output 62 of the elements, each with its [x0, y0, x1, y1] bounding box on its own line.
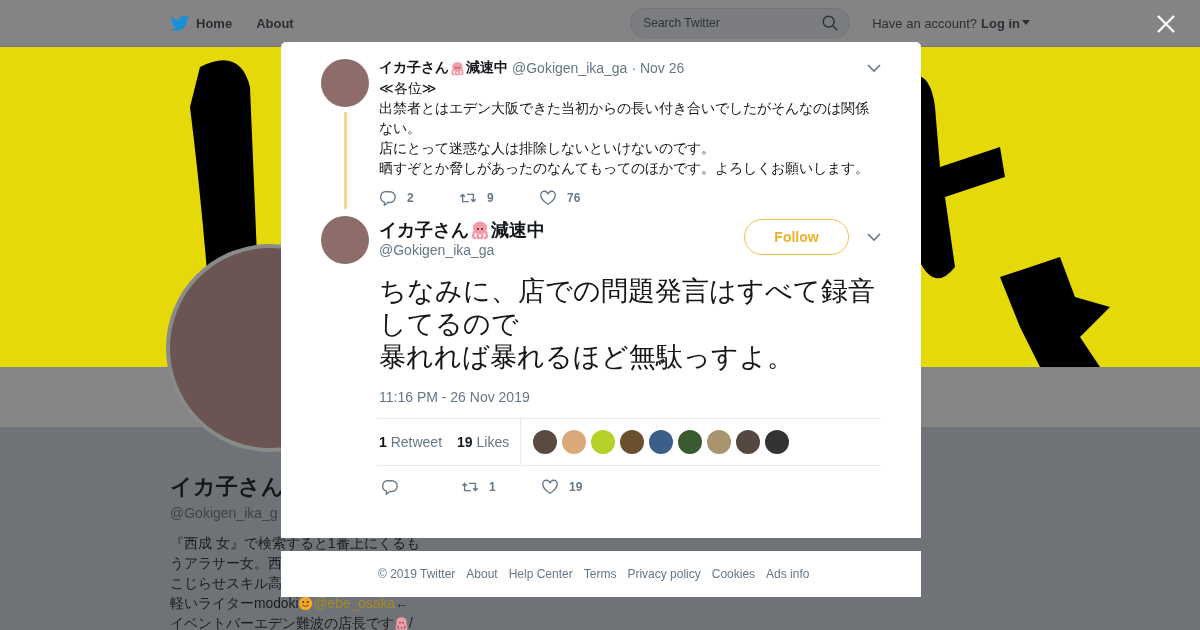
footer-link[interactable]: © 2019 Twitter	[378, 567, 456, 581]
replie-count: 2	[407, 191, 414, 205]
display-name: イカ子さん	[379, 59, 449, 77]
bird-icon	[170, 14, 190, 32]
bio-text: ←	[395, 597, 409, 610]
nav-link[interactable]: Home	[170, 10, 233, 36]
login-link[interactable]: Log in	[981, 15, 1030, 31]
bio-text: うアラサー女。西	[170, 557, 282, 570]
like-count: 19	[569, 480, 583, 494]
display-name: 減速中	[491, 219, 545, 242]
user-avatar[interactable]	[765, 430, 790, 454]
heart-icon[interactable]	[541, 478, 559, 496]
bio-text: こじらせスキル高	[170, 577, 282, 590]
caret-icon[interactable]	[867, 63, 881, 73]
octopus-icon	[470, 220, 490, 240]
bio-text: 軽いライターmodoki	[170, 597, 299, 610]
tweet-text-line: 晒すぞとか脅しがあったのなんてもってのほかです。よろしくお願いします。	[379, 159, 870, 178]
avatar-photo[interactable]	[321, 59, 369, 107]
bio-text: /	[409, 617, 413, 630]
footer-link[interactable]: About	[466, 567, 498, 581]
smiley-icon	[298, 596, 314, 611]
tweet-date[interactable]: · Nov 26	[631, 60, 685, 76]
user-avatar[interactable]	[533, 430, 558, 454]
user-handle: @Gokigen_ika_ga	[512, 60, 628, 76]
nav-link[interactable]: About	[256, 11, 294, 35]
reply-icon[interactable]	[379, 189, 397, 207]
retweet-count: 1	[489, 480, 496, 494]
tweet-text-line: 暴れれば暴れるほど無駄っすよ。	[379, 341, 795, 374]
user-avatar[interactable]	[736, 430, 761, 454]
footer-link[interactable]: Privacy policy	[627, 567, 701, 581]
tweet-text-line: 出禁者とはエデン大阪できた当初からの長い付き合いでしたがそんなのは関係ない。	[379, 99, 870, 138]
footer-link[interactable]: Ads info	[766, 567, 810, 581]
footer-link[interactable]: Help Center	[508, 567, 573, 581]
reply-icon[interactable]	[381, 478, 399, 496]
display-name: 減速中	[466, 59, 508, 77]
footer-link[interactable]: Terms	[583, 567, 617, 581]
display-name: イカ子さん	[379, 219, 469, 242]
octopus-icon	[450, 60, 465, 76]
avatar-photo[interactable]	[321, 216, 369, 264]
account-prompt: Have an account?	[872, 15, 977, 31]
heart-icon[interactable]	[539, 189, 557, 207]
tweet-text-line: ≪各位≫	[379, 79, 438, 98]
search-icon[interactable]	[821, 14, 840, 32]
user-handle: @Gokigen_ika_ga	[379, 242, 496, 258]
close-icon[interactable]	[1156, 14, 1176, 34]
retweet-count: 9	[487, 191, 494, 205]
user-avatar[interactable]	[620, 430, 645, 454]
bio-text: イベントバーエデン難波の店長です	[170, 617, 394, 630]
caret-icon	[1022, 20, 1030, 26]
tweet-text-line: 店にとって迷惑な人は排除しないといけないのです。	[379, 139, 716, 158]
footer-link[interactable]: Cookies	[711, 567, 756, 581]
search-field[interactable]: Search Twitter	[630, 8, 851, 38]
profile-name: イカ子さん	[170, 473, 284, 501]
tweet-timestamp: 11:16 PM - 26 Nov 2019	[379, 389, 531, 405]
tweet-text-line: ちなみに、店での問題発言はすべて録音してるので	[379, 275, 876, 341]
caret-icon[interactable]	[867, 232, 881, 242]
stat-link[interactable]: 19 Likes	[455, 434, 510, 450]
like-count: 76	[567, 191, 581, 205]
stat-link[interactable]: 1 Retweet	[377, 434, 443, 450]
user-avatar[interactable]	[678, 430, 703, 454]
user-avatar[interactable]	[649, 430, 674, 454]
octopus-icon	[394, 616, 409, 630]
